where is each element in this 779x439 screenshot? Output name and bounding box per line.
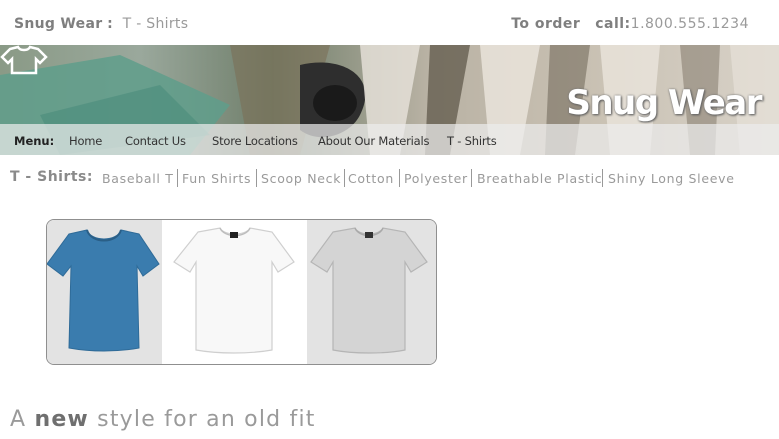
- category-label: T - Shirts:: [10, 169, 93, 185]
- order-label: To order: [511, 16, 581, 32]
- menu-item-about-materials[interactable]: About Our Materials: [318, 134, 429, 148]
- white-tshirt-image: [173, 227, 295, 354]
- category-baseball-t[interactable]: Baseball T: [102, 171, 174, 186]
- category-fun-shirts[interactable]: Fun Shirts: [182, 171, 251, 186]
- divider: [344, 169, 345, 187]
- divider: [471, 169, 472, 187]
- category-breathable-plastic[interactable]: Breathable Plastic: [477, 171, 602, 186]
- brand-name: Snug Wear: [14, 16, 103, 32]
- category-shiny-long-sleeve[interactable]: Shiny Long Sleeve: [608, 171, 735, 186]
- site-title: Snug Wear : T - Shirts: [14, 16, 188, 32]
- phone-number: 1.800.555.1234: [630, 16, 749, 32]
- menu-item-store-locations[interactable]: Store Locations: [212, 134, 298, 148]
- menu-item-t-shirts[interactable]: T - Shirts: [447, 134, 497, 148]
- logo-shirt-icon: [0, 45, 48, 75]
- blue-tshirt-image: [47, 229, 160, 352]
- grey-tshirt-image: [310, 227, 428, 354]
- tagline-emphasis: new: [34, 407, 89, 432]
- divider: [602, 169, 603, 187]
- product-tile-white-tee[interactable]: [162, 220, 307, 364]
- divider: [399, 169, 400, 187]
- divider: [177, 169, 178, 187]
- category-nav: T - Shirts: Baseball T Fun Shirts Scoop …: [10, 169, 770, 187]
- main-menu: Menu: Home Contact Us Store Locations Ab…: [0, 124, 779, 155]
- menu-item-home[interactable]: Home: [69, 134, 102, 148]
- product-gallery: [46, 219, 437, 365]
- category-polyester[interactable]: Polyester: [404, 171, 468, 186]
- tagline-suffix: style for an old fit: [97, 407, 316, 432]
- menu-item-contact-us[interactable]: Contact Us: [125, 134, 186, 148]
- top-bar: Snug Wear : T - Shirts To order call:1.8…: [0, 0, 779, 45]
- tagline-prefix: A: [10, 407, 27, 432]
- brand-separator: :: [107, 16, 114, 32]
- category-cotton[interactable]: Cotton: [348, 171, 394, 186]
- category-scoop-neck[interactable]: Scoop Neck: [261, 171, 341, 186]
- menu-label: Menu:: [14, 134, 55, 148]
- order-info: To order call:1.800.555.1234: [511, 16, 749, 32]
- tagline: A new style for an old fit: [10, 407, 316, 432]
- product-tile-blue-tee[interactable]: [47, 220, 162, 364]
- divider: [256, 169, 257, 187]
- call-label: call:: [595, 16, 631, 32]
- section-name: T - Shirts: [122, 16, 189, 32]
- product-tile-grey-tee[interactable]: [307, 220, 436, 364]
- snug-wear-logo[interactable]: Snug Wear: [566, 83, 762, 123]
